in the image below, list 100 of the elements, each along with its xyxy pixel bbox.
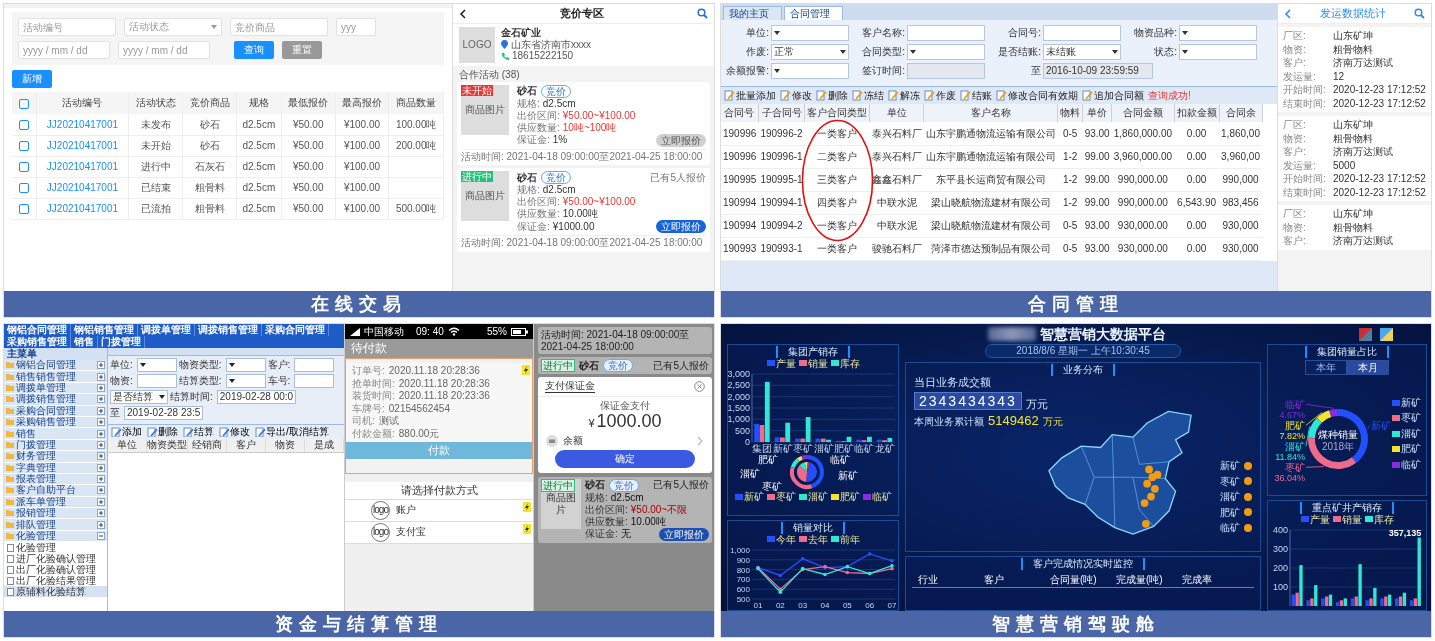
time-text: 活动时间: 2021-04-18 09:00:00至2021-04-25 18:00:00 (541, 329, 691, 352)
tab[interactable]: 我的主页 (723, 6, 782, 20)
field-label: 客户: (1283, 57, 1307, 69)
screen-title: 竞价专区 (560, 7, 604, 20)
time-text: 09: 40 (416, 325, 444, 338)
bidder-count: 已有5人报价 (653, 479, 709, 491)
axis-label: 300 (1272, 544, 1288, 554)
tree-item[interactable]: 采购合同管理 (4, 405, 107, 417)
payment-option[interactable]: logo 支付宝 (345, 521, 533, 544)
table-cell: 菏泽市德达预制品有限公司 (923, 237, 1058, 260)
column-header: 最低报价 (281, 92, 336, 114)
table-cell: 93.00 (1082, 122, 1112, 145)
field-label: 客户名称: (861, 26, 906, 39)
table-cell: 99.00 (1082, 191, 1112, 214)
table-cell: 0.00 (1174, 145, 1220, 168)
payment-method[interactable]: 余额 (538, 431, 712, 450)
chart-label: 临矿 (830, 454, 850, 465)
stat-value: 5149462 (988, 414, 1039, 428)
select-field[interactable]: 是否结算 (110, 390, 168, 404)
legend-label: 淄矿 (1401, 427, 1421, 440)
field-value: 粗骨物料 (1333, 132, 1373, 144)
input-field[interactable]: yyy (336, 18, 376, 36)
tree-item[interactable]: 销售销售管理 (4, 371, 107, 383)
menu-item[interactable]: 钢铝合同管理 (4, 324, 71, 336)
field-value: 880.00元 (398, 427, 440, 440)
toolbar-button[interactable]: 批量添加 (724, 89, 776, 102)
axis-label: 500 (736, 595, 750, 604)
toolbar-button[interactable]: 修改合同有效期 (996, 89, 1078, 102)
axis-label: 06 (865, 601, 875, 609)
input-field[interactable]: 竞价商品 (230, 18, 328, 36)
toolbar-button[interactable]: 追加合同额 (1082, 89, 1144, 102)
toolbar-button[interactable]: 导出/取消结算 (255, 426, 329, 438)
status-tag: 未开始 (461, 84, 493, 96)
stat-label: 当日业务成交额 (914, 375, 992, 389)
column-header: 物资 (266, 438, 305, 452)
toolbar-button[interactable]: 添加 (111, 426, 142, 438)
tree-item[interactable]: 销售 (4, 428, 107, 440)
toggle-button[interactable]: 本年 (1305, 359, 1347, 375)
field-label: 物资类型: (178, 359, 222, 371)
table-cell: 990,000.00 (1111, 191, 1175, 214)
field-label: 物资: (1283, 132, 1307, 144)
dashboard-title: 智慧营销大数据平台 (1040, 325, 1166, 343)
input-field[interactable]: 2019-02-28 00:0 (216, 390, 297, 404)
field-label: 结算时间: (170, 391, 213, 403)
toolbar-button[interactable]: 删除 (816, 89, 848, 102)
tree-item[interactable]: 财务管理 (4, 451, 107, 463)
toolbar-button[interactable]: 修改 (780, 89, 812, 102)
tab[interactable]: 合同管理 (784, 6, 843, 20)
confirm-button[interactable]: 确定 (555, 449, 695, 468)
column-header: 单价 (1082, 104, 1112, 122)
table-cell: 0.00 (1174, 168, 1220, 191)
toolbar-button[interactable]: 冻结 (852, 89, 884, 102)
input-field[interactable]: 2019-02-28 23:5 (124, 406, 204, 420)
field-label: 规格: (517, 184, 540, 196)
payment-option[interactable]: logo 账户 (345, 499, 533, 522)
field-label: 发运量: (1283, 70, 1317, 82)
product-name: 砂石 (579, 359, 599, 372)
toolbar-button[interactable]: 修改 (219, 426, 250, 438)
menu-item[interactable]: 调拨单管理 (138, 324, 195, 336)
field-label: 抢单时间: (352, 377, 395, 390)
column-header: 经销商 (188, 438, 227, 452)
toolbar-button[interactable]: 作废 (924, 89, 956, 102)
select-field[interactable]: 正常 (771, 43, 849, 60)
field-value: 2020-12-23 17:12:52 (1333, 84, 1426, 96)
toolbar-button[interactable]: 结算 (183, 426, 214, 438)
quote-button[interactable]: 立即报价 (659, 527, 709, 541)
select-field[interactable]: 未结账 (1043, 43, 1121, 60)
tree-item[interactable]: 调拨销售管理 (4, 394, 107, 406)
product-name: 砂石 (517, 85, 537, 97)
column-header: 单位 (869, 104, 924, 122)
date-field[interactable]: yyyy / mm / dd (118, 41, 210, 59)
toolbar-button[interactable]: 解冻 (888, 89, 920, 102)
tree-item[interactable]: 客户自助平台 (4, 485, 107, 497)
caption-banner: 资金与结算管理 (4, 611, 714, 637)
table-cell: 200.00吨 (388, 135, 444, 156)
table-cell: 190994 (721, 214, 759, 237)
menu-item[interactable]: 钢铝销售管理 (71, 324, 138, 336)
quote-button[interactable]: 立即报价 (656, 220, 706, 233)
menu-item[interactable]: 调拨销售管理 (195, 324, 262, 336)
tree-item[interactable]: 排队管理 (4, 519, 107, 531)
chart-label: 淄矿 (1285, 440, 1305, 452)
tree-item[interactable]: 字典管理 (4, 462, 107, 474)
date-field[interactable]: yyyy / mm / dd (18, 41, 110, 59)
menu-item[interactable]: 采购合同管理 (262, 324, 329, 336)
stat-value: 2343434343 (914, 392, 1022, 411)
table-cell: 已结束 (128, 177, 183, 198)
tree-item[interactable]: 原辅料化验结算 (4, 586, 107, 598)
toolbar-button[interactable]: 结账 (960, 89, 992, 102)
toggle-button[interactable]: 本月 (1347, 359, 1389, 375)
column-header: 合同号 (721, 104, 759, 122)
table-cell: 190993 (721, 237, 759, 260)
axis-label: 1,000 (729, 546, 750, 555)
field-value: d2.5cm (542, 97, 576, 110)
toolbar-button[interactable]: 删除 (147, 426, 178, 438)
type-tag: 竞价 (603, 359, 633, 372)
input-field[interactable]: 活动编号 (18, 18, 116, 36)
table-cell: ¥100.00 (335, 177, 389, 198)
option-label: 账户 (396, 504, 416, 516)
panel-title: 销量对比 (781, 522, 845, 534)
legend-label: 肥矿 (1220, 506, 1240, 518)
